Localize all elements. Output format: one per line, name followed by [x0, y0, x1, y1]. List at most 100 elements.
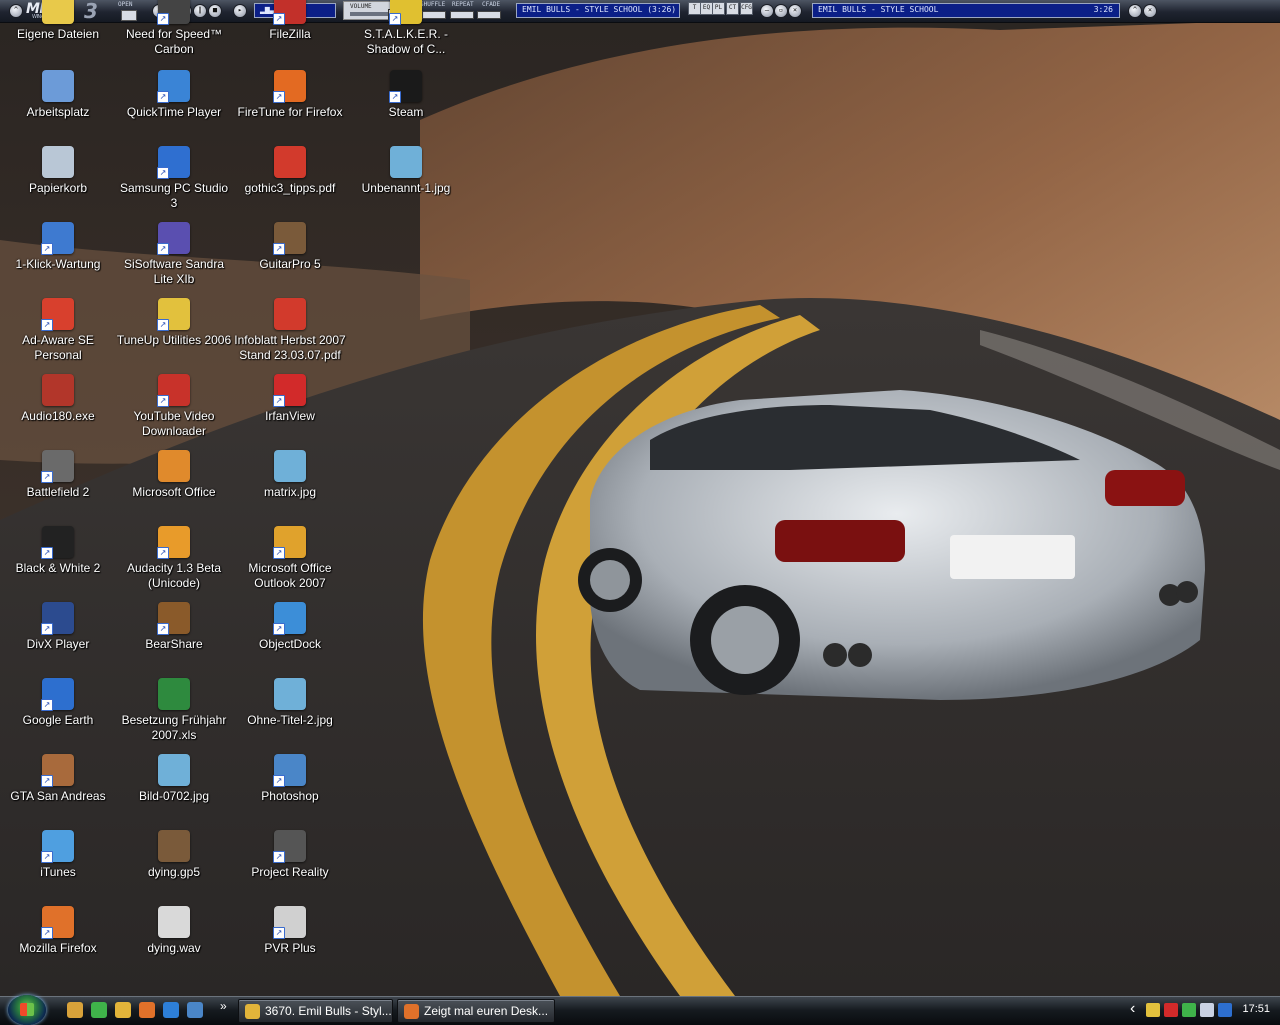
- desktop-icon-label: Google Earth: [22, 713, 94, 727]
- desktop-icon-label: Besetzung Frühjahr 2007.xls: [121, 713, 227, 742]
- desktop-icon[interactable]: ↗ FileZilla: [232, 0, 348, 42]
- shortcut-arrow-icon: ↗: [273, 395, 285, 407]
- start-button[interactable]: [8, 995, 46, 1025]
- desktop-icon[interactable]: dying.wav: [116, 906, 232, 956]
- antivirus-icon[interactable]: [1164, 1003, 1178, 1017]
- desktop-icon[interactable]: Ohne-Titel-2.jpg: [232, 678, 348, 728]
- toggle-pl[interactable]: PL: [712, 2, 725, 15]
- task-button[interactable]: 3670. Emil Bulls - Styl...: [238, 999, 393, 1023]
- desktop-icon[interactable]: ↗ Mozilla Firefox: [0, 906, 116, 956]
- desktop-icon-label: Eigene Dateien: [16, 27, 100, 41]
- desktop-icon[interactable]: ↗ PVR Plus: [232, 906, 348, 956]
- app-icon: ↗: [41, 602, 74, 635]
- desktop-icon[interactable]: Unbenannt-1.jpg: [348, 146, 464, 196]
- desktop-icon[interactable]: Eigene Dateien: [0, 0, 116, 42]
- desktop-icon[interactable]: ↗ DivX Player: [0, 602, 116, 652]
- app-icon: [158, 754, 190, 786]
- desktop-icon[interactable]: Arbeitsplatz: [0, 70, 116, 120]
- switch-windows-icon[interactable]: [187, 1002, 203, 1018]
- media-player-icon[interactable]: [67, 1002, 83, 1018]
- shortcut-arrow-icon: ↗: [389, 13, 401, 25]
- close-icon[interactable]: ×: [788, 4, 802, 18]
- desktop-icon[interactable]: Audio180.exe: [0, 374, 116, 424]
- app-icon: ↗: [389, 70, 422, 103]
- desktop-icon[interactable]: ↗ TuneUp Utilities 2006: [116, 298, 232, 348]
- firefox-icon: [404, 1004, 419, 1019]
- desktop-icon[interactable]: ↗ Microsoft Office Outlook 2007: [232, 526, 348, 591]
- app-icon: [42, 146, 74, 178]
- track-display[interactable]: EMIL BULLS - STYLE SCHOOL (3:26): [516, 3, 680, 18]
- desktop-icon[interactable]: ↗ Samsung PC Studio 3: [116, 146, 232, 211]
- toggle-ct[interactable]: CT: [726, 2, 739, 15]
- desktop-icon[interactable]: ↗ iTunes: [0, 830, 116, 880]
- mini-close-icon[interactable]: ×: [1143, 4, 1157, 18]
- clover-icon[interactable]: [1182, 1003, 1196, 1017]
- winamp-icon[interactable]: [115, 1002, 131, 1018]
- desktop-icon[interactable]: Bild-0702.jpg: [116, 754, 232, 804]
- desktop-icon[interactable]: ↗ Project Reality: [232, 830, 348, 880]
- desktop-icon[interactable]: ↗ Photoshop: [232, 754, 348, 804]
- desktop-icon[interactable]: ↗ ObjectDock: [232, 602, 348, 652]
- windows-logo-icon: [20, 1003, 34, 1016]
- quicklaunch-overflow[interactable]: »: [220, 999, 227, 1013]
- desktop-icon[interactable]: ↗ Need for Speed™ Carbon: [116, 0, 232, 57]
- desktop-icon[interactable]: dying.gp5: [116, 830, 232, 880]
- clover-icon[interactable]: [91, 1002, 107, 1018]
- desktop-icon[interactable]: ↗ Steam: [348, 70, 464, 120]
- minimize-icon[interactable]: –: [760, 4, 774, 18]
- app-icon: [42, 374, 74, 406]
- app-icon: ↗: [41, 222, 74, 255]
- desktop-icon[interactable]: ↗ FireTune for Firefox: [232, 70, 348, 120]
- desktop-icon[interactable]: Besetzung Frühjahr 2007.xls: [116, 678, 232, 743]
- desktop-icon-label: Infoblatt Herbst 2007 Stand 23.03.07.pdf: [234, 333, 346, 362]
- desktop-icon[interactable]: ↗ GTA San Andreas: [0, 754, 116, 804]
- volume-icon[interactable]: [1218, 1003, 1232, 1017]
- toggle-cfg[interactable]: CFG: [740, 2, 753, 15]
- desktop-icon[interactable]: ↗ 1-Klick-Wartung: [0, 222, 116, 272]
- task-button-label: Zeigt mal euren Desk...: [424, 1004, 549, 1018]
- ie-icon[interactable]: [163, 1002, 179, 1018]
- desktop-icon[interactable]: ↗ S.T.A.L.K.E.R. - Shadow of C...: [348, 0, 464, 57]
- desktop-icon[interactable]: ↗ Battlefield 2: [0, 450, 116, 500]
- tray-chevron[interactable]: ‹: [1130, 1000, 1135, 1018]
- desktop-icon[interactable]: ↗ GuitarPro 5: [232, 222, 348, 272]
- shade-icon[interactable]: ▫: [774, 4, 788, 18]
- desktop-icon[interactable]: Papierkorb: [0, 146, 116, 196]
- desktop-icon[interactable]: ↗ Ad-Aware SE Personal: [0, 298, 116, 363]
- desktop-icon[interactable]: ↗ SiSoftware Sandra Lite XIb: [116, 222, 232, 287]
- app-icon: ↗: [41, 526, 74, 559]
- desktop-icon[interactable]: Infoblatt Herbst 2007 Stand 23.03.07.pdf: [232, 298, 348, 363]
- app-icon: [274, 678, 306, 710]
- desktop-icon-label: dying.gp5: [147, 865, 201, 879]
- network-icon[interactable]: [1200, 1003, 1214, 1017]
- shortcut-arrow-icon: ↗: [157, 167, 169, 179]
- clock[interactable]: 17:51: [1242, 1003, 1270, 1015]
- app-icon: ↗: [273, 830, 306, 863]
- desktop-icon[interactable]: ↗ Audacity 1.3 Beta (Unicode): [116, 526, 232, 591]
- shortcut-arrow-icon: ↗: [273, 91, 285, 103]
- desktop-icon[interactable]: ↗ QuickTime Player: [116, 70, 232, 120]
- cfade-toggle[interactable]: [477, 11, 501, 19]
- task-button[interactable]: Zeigt mal euren Desk...: [397, 999, 555, 1023]
- mini-shade-icon[interactable]: ^: [1128, 4, 1142, 18]
- firefox-icon[interactable]: [139, 1002, 155, 1018]
- desktop-icon[interactable]: ↗ Google Earth: [0, 678, 116, 728]
- shortcut-arrow-icon: ↗: [41, 243, 53, 255]
- chat-icon[interactable]: [1146, 1003, 1160, 1017]
- desktop-icon[interactable]: matrix.jpg: [232, 450, 348, 500]
- desktop-icon[interactable]: gothic3_tipps.pdf: [232, 146, 348, 196]
- desktop-icon[interactable]: ↗ IrfanView: [232, 374, 348, 424]
- desktop-icon[interactable]: ↗ BearShare: [116, 602, 232, 652]
- shortcut-arrow-icon: ↗: [41, 699, 53, 711]
- app-icon: ↗: [157, 222, 190, 255]
- desktop-icon-label: Battlefield 2: [26, 485, 90, 499]
- desktop-icon-label: Samsung PC Studio 3: [119, 181, 229, 210]
- app-icon: ↗: [157, 602, 190, 635]
- shortcut-arrow-icon: ↗: [157, 547, 169, 559]
- desktop-icon[interactable]: Microsoft Office: [116, 450, 232, 500]
- mini-track-display[interactable]: EMIL BULLS - STYLE SCHOOL 3:26: [812, 3, 1120, 18]
- desktop-icon[interactable]: ↗ Black & White 2: [0, 526, 116, 576]
- app-icon: ↗: [41, 906, 74, 939]
- desktop-icon-label: Audacity 1.3 Beta (Unicode): [126, 561, 222, 590]
- desktop-icon[interactable]: ↗ YouTube Video Downloader: [116, 374, 232, 439]
